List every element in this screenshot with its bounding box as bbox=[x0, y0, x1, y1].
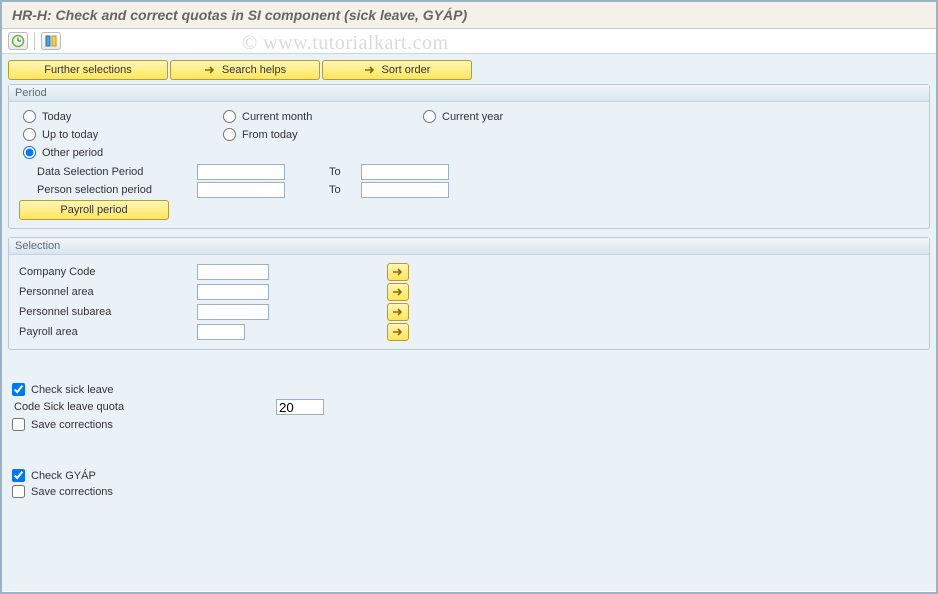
arrow-right-icon bbox=[204, 65, 216, 75]
to-label-1: To bbox=[293, 166, 353, 178]
arrow-right-icon bbox=[392, 267, 404, 277]
personnel-area-input[interactable] bbox=[197, 284, 269, 300]
person-selection-to-input[interactable] bbox=[361, 182, 449, 198]
data-selection-period-label: Data Selection Period bbox=[19, 166, 189, 178]
toolbar-separator bbox=[34, 32, 35, 50]
further-selections-button[interactable]: Further selections bbox=[8, 60, 168, 80]
company-code-multi-button[interactable] bbox=[387, 263, 409, 281]
person-selection-period-label: Person selection period bbox=[19, 184, 189, 196]
arrow-right-icon bbox=[392, 327, 404, 337]
code-sick-leave-quota-label: Code Sick leave quota bbox=[12, 401, 272, 413]
period-group: Period Today Current month Current year … bbox=[8, 84, 930, 229]
check-gyap-label: Check GYÁP bbox=[31, 470, 96, 482]
personnel-subarea-label: Personnel subarea bbox=[19, 306, 189, 318]
code-sick-leave-quota-input[interactable] bbox=[276, 399, 324, 415]
payroll-area-multi-button[interactable] bbox=[387, 323, 409, 341]
payroll-area-label: Payroll area bbox=[19, 326, 189, 338]
selection-group: Selection Company Code Personnel area Pe… bbox=[8, 237, 930, 350]
search-helps-button[interactable]: Search helps bbox=[170, 60, 320, 80]
content-area: Further selections Search helps Sort ord… bbox=[2, 53, 936, 591]
arrow-right-icon bbox=[364, 65, 376, 75]
further-selections-label: Further selections bbox=[44, 64, 131, 76]
selection-group-title: Selection bbox=[9, 238, 929, 255]
personnel-subarea-multi-button[interactable] bbox=[387, 303, 409, 321]
save-corrections-1-checkbox[interactable] bbox=[12, 418, 25, 431]
save-corrections-2-checkbox[interactable] bbox=[12, 485, 25, 498]
selection-buttons-row: Further selections Search helps Sort ord… bbox=[8, 60, 930, 80]
company-code-label: Company Code bbox=[19, 266, 189, 278]
save-corrections-2-label: Save corrections bbox=[31, 486, 113, 498]
company-code-input[interactable] bbox=[197, 264, 269, 280]
check-sick-leave-checkbox[interactable] bbox=[12, 383, 25, 396]
data-selection-to-input[interactable] bbox=[361, 164, 449, 180]
arrow-right-icon bbox=[392, 287, 404, 297]
check-sick-leave-label: Check sick leave bbox=[31, 384, 114, 396]
save-corrections-1-label: Save corrections bbox=[31, 419, 113, 431]
personnel-area-label: Personnel area bbox=[19, 286, 189, 298]
payroll-period-button[interactable]: Payroll period bbox=[19, 200, 169, 220]
sort-order-button[interactable]: Sort order bbox=[322, 60, 472, 80]
app-toolbar bbox=[2, 29, 936, 53]
sort-order-label: Sort order bbox=[382, 64, 431, 76]
personnel-area-multi-button[interactable] bbox=[387, 283, 409, 301]
check-gyap-checkbox[interactable] bbox=[12, 469, 25, 482]
search-helps-label: Search helps bbox=[222, 64, 286, 76]
page-title: HR-H: Check and correct quotas in SI com… bbox=[2, 2, 936, 29]
variant-icon[interactable] bbox=[41, 32, 61, 50]
radio-current-year[interactable]: Current year bbox=[419, 110, 503, 123]
radio-today[interactable]: Today bbox=[19, 110, 71, 123]
period-group-title: Period bbox=[9, 85, 929, 102]
radio-up-to-today[interactable]: Up to today bbox=[19, 128, 98, 141]
data-selection-from-input[interactable] bbox=[197, 164, 285, 180]
radio-from-today[interactable]: From today bbox=[219, 128, 298, 141]
personnel-subarea-input[interactable] bbox=[197, 304, 269, 320]
radio-other-period[interactable]: Other period bbox=[19, 146, 103, 159]
execute-icon[interactable] bbox=[8, 32, 28, 50]
arrow-right-icon bbox=[392, 307, 404, 317]
to-label-2: To bbox=[293, 184, 353, 196]
radio-current-month[interactable]: Current month bbox=[219, 110, 312, 123]
person-selection-from-input[interactable] bbox=[197, 182, 285, 198]
payroll-area-input[interactable] bbox=[197, 324, 245, 340]
